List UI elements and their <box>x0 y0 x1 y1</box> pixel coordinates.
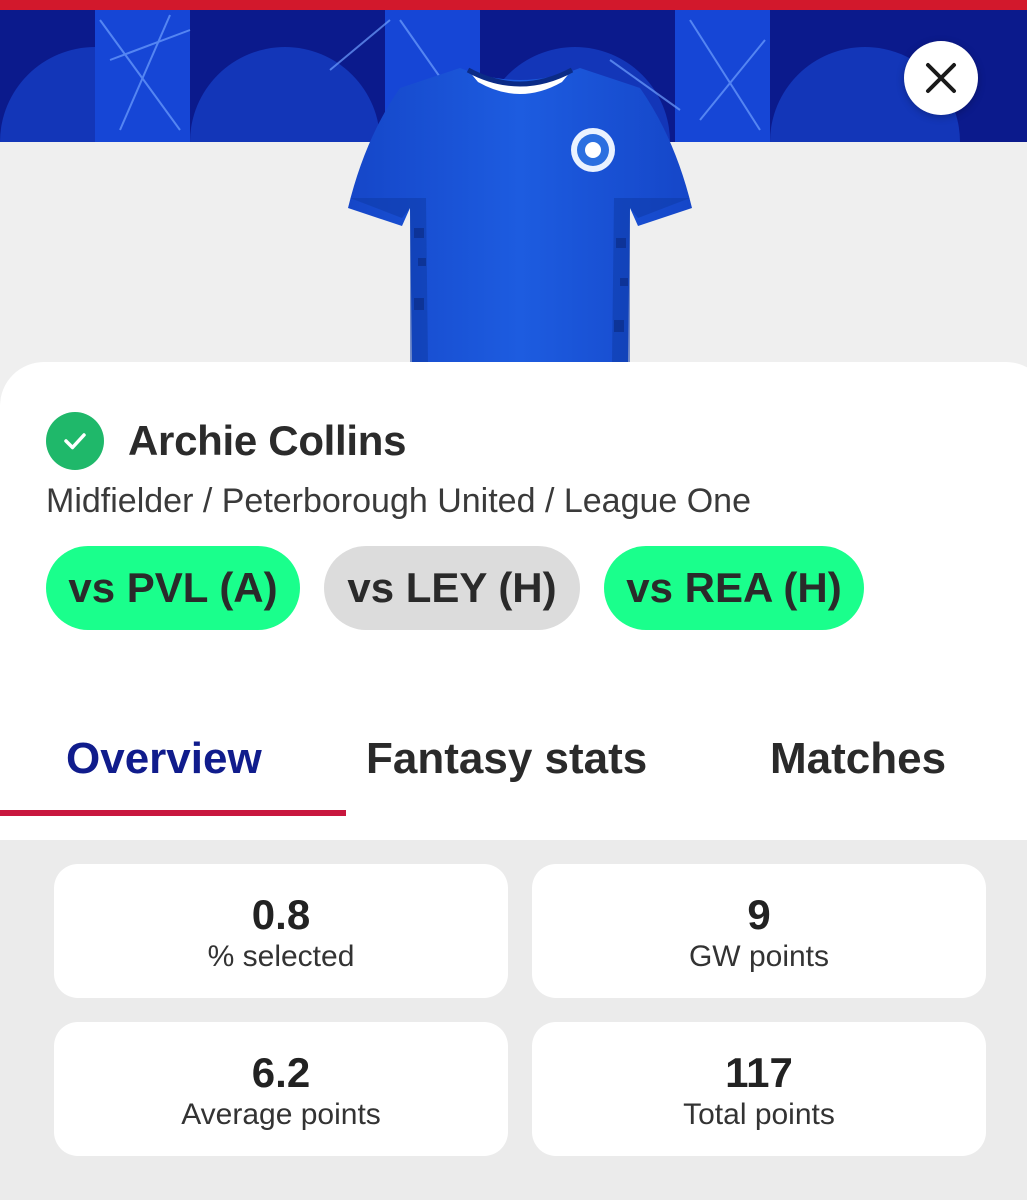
stat-value: 117 <box>725 1049 793 1096</box>
stat-card-average-points: 6.2 Average points <box>54 1022 508 1156</box>
stat-value: 6.2 <box>251 1049 311 1096</box>
stat-card-total-points: 117 Total points <box>532 1022 986 1156</box>
stat-card-selected: 0.8 % selected <box>54 864 508 998</box>
tab-matches[interactable]: Matches <box>770 734 946 784</box>
shirt-icon <box>348 67 692 364</box>
stat-label: Total points <box>683 1098 835 1131</box>
fixture-pill[interactable]: vs REA (H) <box>604 546 864 630</box>
stat-value: 0.8 <box>251 891 311 938</box>
player-kit <box>340 58 700 366</box>
stat-label: % selected <box>207 940 355 973</box>
fixtures-row: vs PVL (A) vs LEY (H) vs REA (H) <box>46 546 888 630</box>
stat-label: Average points <box>181 1098 381 1131</box>
tab-fantasy-stats[interactable]: Fantasy stats <box>366 734 647 784</box>
fixture-pill[interactable]: vs PVL (A) <box>46 546 300 630</box>
stats-section: 0.8 % selected 9 GW points 6.2 Average p… <box>0 840 1027 1200</box>
stat-card-gw-points: 9 GW points <box>532 864 986 998</box>
check-icon <box>46 412 104 470</box>
player-meta: Midfielder / Peterborough United / Leagu… <box>46 482 752 520</box>
close-icon <box>926 63 956 93</box>
stat-label: GW points <box>688 940 830 973</box>
stat-value: 9 <box>747 891 771 938</box>
player-header: Archie Collins <box>46 412 407 470</box>
tab-overview[interactable]: Overview <box>66 734 262 784</box>
fixture-pill[interactable]: vs LEY (H) <box>324 546 580 630</box>
player-name: Archie Collins <box>128 417 407 464</box>
tab-bar: Overview Fantasy stats Matches <box>0 720 1027 816</box>
close-button[interactable] <box>904 41 978 115</box>
active-tab-indicator <box>0 810 346 816</box>
